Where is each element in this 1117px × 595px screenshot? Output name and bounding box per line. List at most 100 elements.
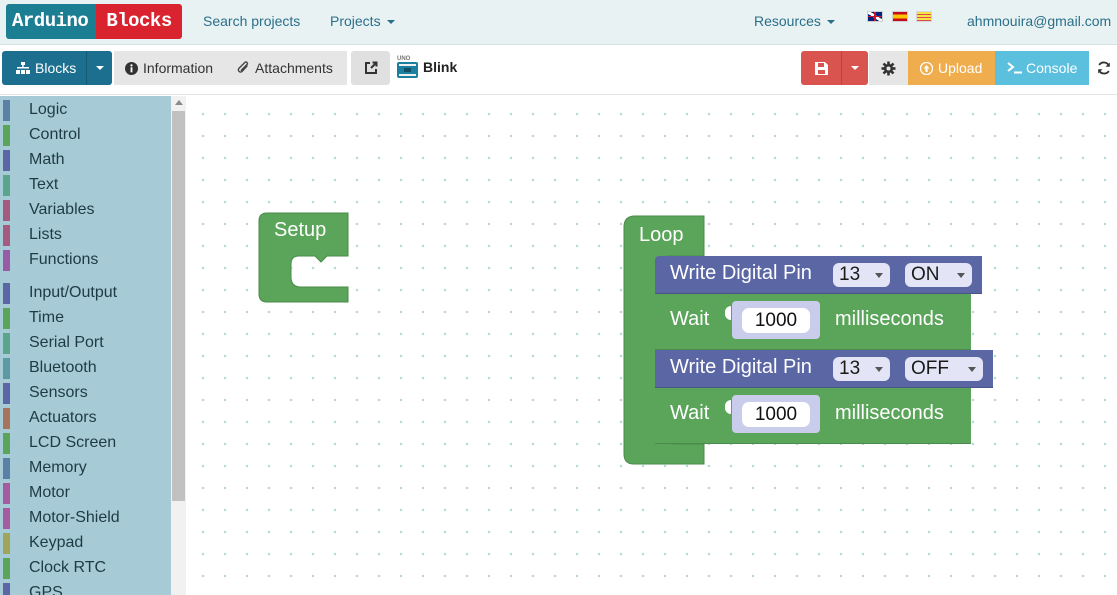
blocks-button[interactable]: Blocks (2, 51, 86, 85)
category-color-swatch (3, 483, 10, 504)
write-digital-pin-label: Write Digital Pin (670, 262, 812, 284)
upload-button[interactable]: Upload (908, 51, 995, 85)
setup-block-label: Setup (274, 219, 327, 241)
block-category-toolbox: Logic Control Math Text Variables Lists Functi… (0, 96, 171, 595)
category-time[interactable]: Time (0, 307, 171, 329)
wait-block[interactable]: Wait 1000 milliseconds (655, 388, 971, 444)
logo-arduino-text: Arduino (6, 4, 97, 39)
board-badge-text: UNO (397, 56, 411, 62)
category-color-swatch (3, 200, 10, 221)
category-label: Memory (29, 459, 87, 476)
dropdown-arrow-icon (875, 367, 883, 372)
save-dropdown-toggle[interactable] (841, 51, 868, 85)
projects-menu[interactable]: Projects (330, 13, 395, 29)
milliseconds-unit-label: milliseconds (835, 308, 944, 330)
category-color-swatch (3, 333, 10, 354)
scrollbar-thumb[interactable] (172, 111, 185, 501)
wait-label: Wait (670, 402, 710, 424)
console-button[interactable]: Console (995, 51, 1089, 85)
category-bluetooth[interactable]: Bluetooth (0, 357, 171, 379)
value-input-notch (725, 306, 731, 320)
save-button[interactable] (801, 51, 841, 85)
category-variables[interactable]: Variables (0, 199, 171, 221)
editor-toolbar: Blocks Information Attachments UNO Blink… (0, 45, 1117, 95)
loop-block-label: Loop (639, 224, 684, 246)
category-label: LCD Screen (29, 434, 117, 451)
pin-dropdown[interactable]: 13 (833, 263, 890, 287)
state-value: OFF (911, 358, 949, 379)
resources-menu[interactable]: Resources (754, 13, 835, 29)
state-value: ON (911, 264, 940, 285)
state-dropdown[interactable]: ON (905, 263, 972, 287)
category-label: Actuators (29, 409, 97, 426)
category-control[interactable]: Control (0, 124, 171, 146)
flag-uk-icon[interactable] (867, 11, 883, 22)
milliseconds-unit-label: milliseconds (835, 402, 944, 424)
scroll-up-arrow-icon[interactable] (175, 100, 183, 105)
category-label: Serial Port (29, 334, 104, 351)
state-dropdown[interactable]: OFF (905, 357, 983, 381)
search-projects-link[interactable]: Search projects (203, 13, 300, 29)
settings-button[interactable] (869, 51, 908, 85)
category-color-swatch (3, 100, 10, 121)
category-logic[interactable]: Logic (0, 99, 171, 121)
write-digital-pin-block[interactable]: Write Digital Pin 13 ON (655, 256, 982, 294)
attachments-label: Attachments (255, 60, 333, 76)
category-text[interactable]: Text (0, 174, 171, 196)
toolbox-scrollbar[interactable] (171, 96, 186, 595)
blocks-canvas (258, 212, 705, 465)
category-color-swatch (3, 250, 10, 271)
category-color-swatch (3, 583, 10, 595)
category-label: Time (29, 309, 64, 326)
category-label: Keypad (29, 534, 84, 551)
category-serial-port[interactable]: Serial Port (0, 332, 171, 354)
category-lcd-screen[interactable]: LCD Screen (0, 432, 171, 454)
category-memory[interactable]: Memory (0, 457, 171, 479)
category-label: Bluetooth (29, 359, 97, 376)
external-link-icon (364, 61, 377, 74)
attachments-button[interactable]: Attachments (237, 60, 333, 76)
blockly-workspace[interactable]: Setup Loop Write Digital Pin 13 ON Wait … (187, 96, 1117, 595)
write-digital-pin-block[interactable]: Write Digital Pin 13 OFF (655, 350, 993, 388)
milliseconds-field[interactable]: 1000 (742, 402, 810, 427)
category-gps[interactable]: GPS (0, 582, 171, 595)
gear-icon (881, 61, 896, 75)
category-sensors[interactable]: Sensors (0, 382, 171, 404)
category-input-output[interactable]: Input/Output (0, 282, 171, 304)
category-color-swatch (3, 408, 10, 429)
information-button[interactable]: Information (125, 60, 213, 76)
milliseconds-field[interactable]: 1000 (742, 308, 810, 333)
chevron-down-icon (386, 20, 395, 25)
category-motor-shield[interactable]: Motor-Shield (0, 507, 171, 529)
category-math[interactable]: Math (0, 149, 171, 171)
flag-spain-icon[interactable] (892, 11, 908, 22)
pin-dropdown[interactable]: 13 (833, 357, 890, 381)
arrow-circle-up-icon (920, 61, 933, 75)
blocks-dropdown-toggle[interactable] (86, 51, 112, 85)
arduinoblocks-logo[interactable]: Arduino Blocks (6, 4, 182, 39)
category-color-swatch (3, 358, 10, 379)
dropdown-arrow-icon (957, 273, 965, 278)
category-motor[interactable]: Motor (0, 482, 171, 504)
floppy-disk-icon (814, 61, 828, 75)
share-button[interactable] (351, 51, 390, 85)
info-button-group: Information Attachments (114, 51, 347, 85)
user-email-link[interactable]: ahmnouira@gmail.com (967, 13, 1111, 29)
console-label: Console (1026, 60, 1078, 76)
category-keypad[interactable]: Keypad (0, 532, 171, 554)
write-digital-pin-label: Write Digital Pin (670, 356, 812, 378)
category-functions[interactable]: Functions (0, 249, 171, 271)
category-color-swatch (3, 175, 10, 196)
value-input-notch (725, 400, 731, 414)
category-clock-rtc[interactable]: Clock RTC (0, 557, 171, 579)
category-color-swatch (3, 283, 10, 304)
info-circle-icon (125, 61, 138, 75)
chevron-down-icon (826, 20, 835, 25)
wait-block[interactable]: Wait 1000 milliseconds (655, 294, 971, 350)
flag-catalonia-icon[interactable] (916, 11, 932, 22)
category-actuators[interactable]: Actuators (0, 407, 171, 429)
category-lists[interactable]: Lists (0, 224, 171, 246)
information-label: Information (143, 60, 214, 76)
refresh-button[interactable] (1090, 51, 1117, 85)
wait-label: Wait (670, 308, 710, 330)
